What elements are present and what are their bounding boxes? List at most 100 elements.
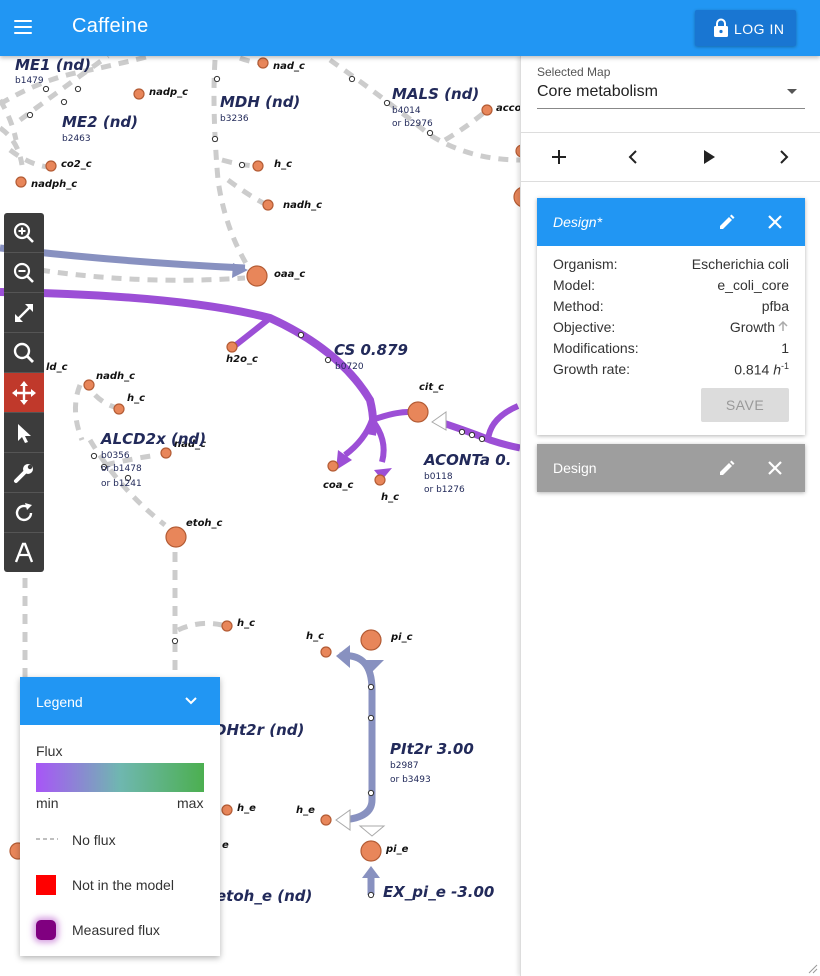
metabolite-h2o_c[interactable] (226, 341, 238, 353)
next-button[interactable] (772, 145, 796, 169)
legend-max-label: max (177, 795, 204, 811)
design-card-active[interactable]: Design* Organism: Escherichia coli Model… (537, 198, 805, 435)
reaction-cs[interactable]: CS 0.879 (334, 341, 408, 359)
reaction-aconta[interactable]: ACONTa 0. (423, 451, 511, 469)
selected-map-select[interactable]: Core metabolism (537, 83, 658, 101)
design-card-title: Design* (553, 214, 603, 230)
reaction-ex-pi-e[interactable]: EX_pi_e -3.00 (383, 883, 494, 901)
gene-aconta-1: b0118 (424, 472, 453, 482)
previous-button[interactable] (621, 145, 645, 169)
label-oaa_c: oaa_c (274, 269, 305, 280)
chevron-down-icon[interactable] (184, 694, 198, 708)
metabolite-pi_e[interactable] (360, 840, 382, 862)
zoom-in-icon (13, 222, 34, 243)
metabolite-co2_c[interactable] (45, 160, 57, 172)
label-cit_c: cit_c (419, 382, 444, 393)
zoom-in-button[interactable] (4, 213, 44, 253)
pan-icon (12, 380, 36, 405)
label-h_c-3: h_c (381, 492, 399, 503)
pan-button[interactable] (4, 373, 44, 413)
gene-cs: b0720 (335, 362, 364, 372)
zoom-out-button[interactable] (4, 253, 44, 293)
select-button[interactable] (4, 413, 44, 453)
close-icon[interactable] (765, 212, 785, 232)
search-button[interactable] (4, 333, 44, 373)
resize-grip-icon[interactable] (806, 962, 818, 974)
metabolite-pi_c[interactable] (360, 629, 382, 651)
add-design-button[interactable] (547, 145, 571, 169)
legend-no-flux-label: No flux (72, 832, 116, 848)
red-square-icon (36, 875, 56, 895)
close-icon[interactable] (765, 458, 785, 478)
lock-icon (714, 18, 728, 37)
label-co2_c: co2_c (61, 159, 92, 170)
zoom-out-icon (13, 262, 34, 283)
reaction-pit2r[interactable]: PIt2r 3.00 (390, 740, 474, 758)
metabolite-h_e[interactable] (221, 804, 233, 816)
design-card-inactive[interactable]: Design (537, 444, 805, 492)
gene-aconta-2: or b1276 (424, 485, 465, 495)
menu-button[interactable] (14, 16, 42, 40)
reaction-me2[interactable]: ME2 (nd) (62, 113, 138, 131)
metabolite-nad_c-2[interactable] (160, 447, 172, 459)
legend-flux-gradient (36, 763, 204, 792)
label-h_e: h_e (237, 803, 256, 814)
metabolite-h_c[interactable] (252, 160, 264, 172)
metabolite-nadp_c[interactable] (133, 88, 145, 100)
dropdown-arrow-icon[interactable] (787, 89, 797, 94)
label-etoh_c: etoh_c (186, 518, 223, 529)
rotate-button[interactable] (4, 493, 44, 533)
login-button[interactable]: LOG IN (695, 10, 796, 46)
label-acco: acco (496, 103, 520, 114)
fullscreen-button[interactable] (4, 293, 44, 333)
flux-edge-hc (369, 418, 387, 463)
wrench-icon (14, 463, 33, 483)
gene-mals-1: b4014 (392, 106, 421, 116)
wrench-button[interactable] (4, 453, 44, 493)
label-nad_c: nad_c (273, 61, 305, 72)
chevron-right-icon (780, 150, 789, 164)
edit-icon[interactable] (717, 458, 737, 478)
selected-map-label: Selected Map (537, 65, 611, 79)
metabolite-h_c-5[interactable] (320, 646, 332, 658)
label-nadp_c: nadp_c (149, 87, 188, 98)
gene-pit2r-1: b2987 (390, 761, 419, 771)
arrow-up-icon (778, 320, 788, 331)
gene-pit2r-2: or b3493 (390, 775, 431, 785)
flux-edge-coa (343, 418, 375, 458)
menu-icon (14, 20, 32, 22)
metabolite-nadph_c[interactable] (15, 176, 27, 188)
metabolite-coa_c[interactable] (327, 460, 339, 472)
metabolite-h_c-4[interactable] (221, 620, 233, 632)
flux-edge-aconta (438, 418, 520, 452)
metabolite-nadh_c[interactable] (262, 199, 274, 211)
play-button[interactable] (697, 145, 721, 169)
reaction-alcd2x[interactable]: ALCD2x (nd) (100, 430, 206, 448)
rotate-icon (15, 502, 33, 521)
reaction-me1[interactable]: ME1 (nd) (15, 56, 91, 74)
no-flux-edges (0, 56, 520, 690)
metabolite-h_e-2[interactable] (320, 814, 332, 826)
metabolite-acco[interactable] (481, 104, 493, 116)
reaction-dht2r[interactable]: DHt2r (nd) (214, 721, 304, 739)
reaction-mals[interactable]: MALS (nd) (392, 85, 479, 103)
play-icon (704, 150, 715, 164)
map-toolbar (4, 213, 44, 572)
gene-alcd2x-1: b0356 (101, 451, 130, 461)
metabolite-nadh_c-2[interactable] (83, 379, 95, 391)
save-button[interactable]: SAVE (701, 388, 789, 422)
text-button[interactable] (4, 533, 44, 572)
legend-header[interactable]: Legend (20, 677, 220, 725)
metabolite-etoh_c[interactable] (165, 526, 187, 548)
edit-icon[interactable] (717, 212, 737, 232)
metabolite-nad_c[interactable] (257, 57, 269, 69)
metabolite-h_c-3[interactable] (374, 474, 386, 486)
login-label: LOG IN (734, 21, 785, 37)
metabolite-oaa_c[interactable] (246, 265, 268, 287)
reaction-etoh-e[interactable]: etoh_e (nd) (216, 887, 312, 905)
metabolite-cit_c[interactable] (407, 401, 429, 423)
legend-panel: Legend Flux min max No flux Not in the m… (20, 677, 220, 956)
reaction-mdh[interactable]: MDH (nd) (220, 93, 300, 111)
metabolite-h_c-2[interactable] (113, 403, 125, 415)
search-icon (13, 342, 34, 363)
